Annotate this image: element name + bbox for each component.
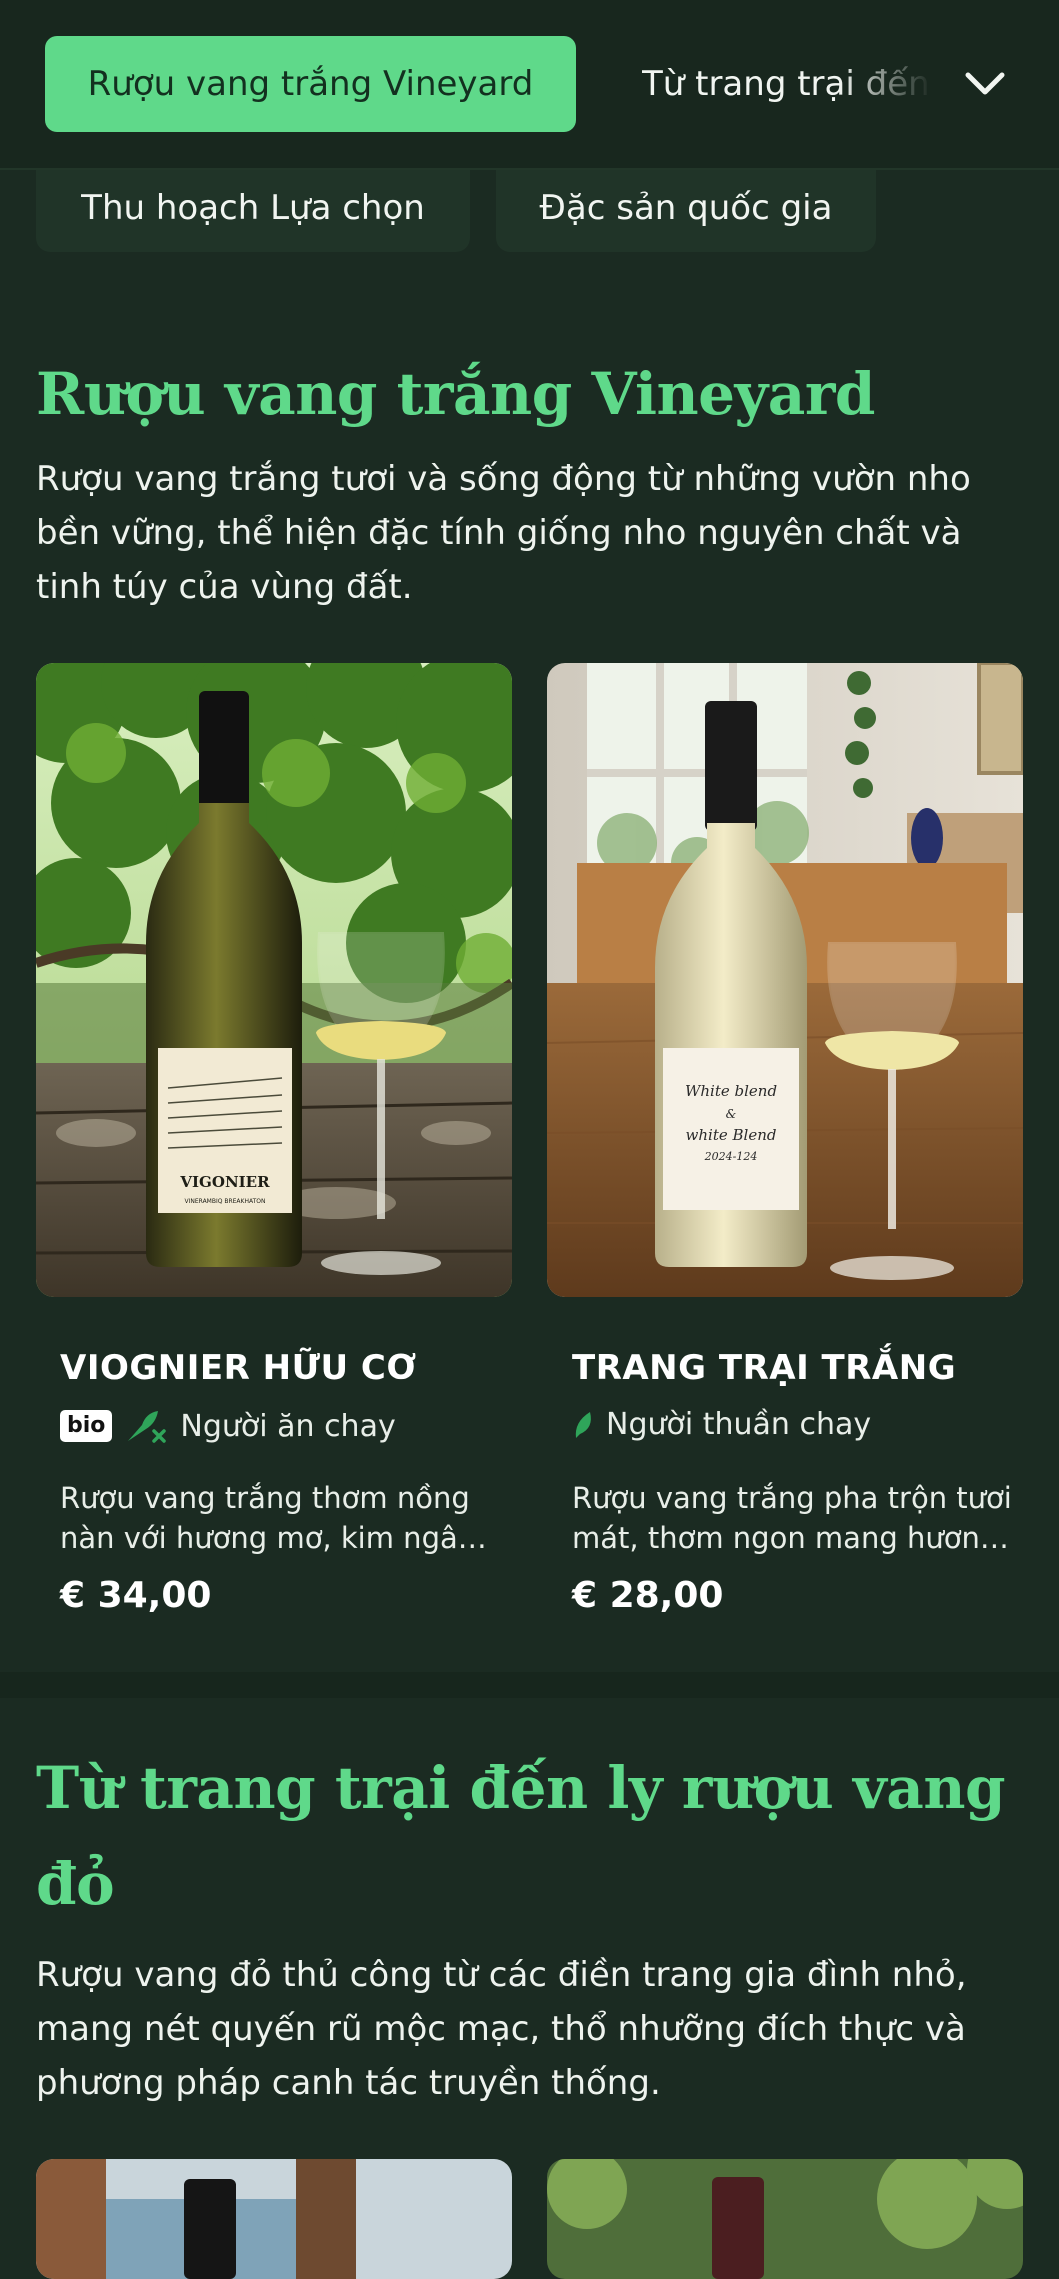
product-image-viognier[interactable]: VIGONIER VINERAMBIQ BREAKHATON: [36, 663, 512, 1297]
bottle-label-line4: 2024-124: [704, 1150, 758, 1163]
product-image-red-2[interactable]: [547, 2159, 1023, 2279]
chip-harvest-selection[interactable]: Thu hoạch Lựa chọn: [36, 164, 470, 252]
product-image-red-1[interactable]: [36, 2159, 512, 2279]
bottle-label-text: VIGONIER: [179, 1173, 270, 1191]
section-title-red: Từ trang trại đến ly rượu vang đỏ: [36, 1754, 1006, 1918]
leaf-icon: [575, 1411, 591, 1438]
product-image-white-farm[interactable]: White blend & white Blend 2024-124: [547, 663, 1023, 1297]
bottle-label-line3: white Blend: [686, 1126, 777, 1144]
tab-white-wine[interactable]: Rượu vang trắng Vineyard: [45, 36, 576, 132]
product-description: Rượu vang trắng thơm nồng nàn với hương …: [60, 1481, 477, 1555]
product-name[interactable]: VIOGNIER HỮU CƠ: [60, 1348, 417, 1388]
bottle-label-line2: &: [726, 1107, 737, 1121]
product-description: Rượu vang trắng pha trộn tươi mát, thơm …: [572, 1481, 1012, 1555]
diet-label: Người thuần chay: [606, 1407, 872, 1442]
chevron-down-icon[interactable]: [960, 60, 1010, 108]
bottle-label-subtext: VINERAMBIQ BREAKHATON: [184, 1198, 265, 1205]
section-title-white: Rượu vang trắng Vineyard: [36, 360, 875, 428]
bottle-label-line1: White blend: [685, 1082, 777, 1100]
product-price: € 28,00: [572, 1575, 724, 1616]
section-description-red: Rượu vang đỏ thủ công từ các điền trang …: [36, 1955, 967, 2103]
diet-label: Người ăn chay: [180, 1408, 396, 1444]
bio-badge: bio: [60, 1410, 113, 1442]
tab-red-wine[interactable]: Từ trang trại đến ly rượu vang đỏ: [642, 36, 932, 132]
chip-national-specialty[interactable]: Đặc sản quốc gia: [496, 164, 876, 252]
product-tags: Người thuần chay: [572, 1407, 871, 1442]
product-tags: bio Người ăn chay: [60, 1407, 396, 1445]
product-name[interactable]: TRANG TRẠI TRẮNG: [572, 1348, 956, 1388]
vegetarian-icon: [128, 1411, 167, 1443]
product-price: € 34,00: [60, 1575, 212, 1616]
section-description-white: Rượu vang trắng tươi và sống động từ nhữ…: [36, 459, 971, 607]
category-nav: Rượu vang trắng Vineyard Từ trang trại đ…: [0, 0, 1059, 170]
section-divider: [0, 1672, 1059, 1698]
